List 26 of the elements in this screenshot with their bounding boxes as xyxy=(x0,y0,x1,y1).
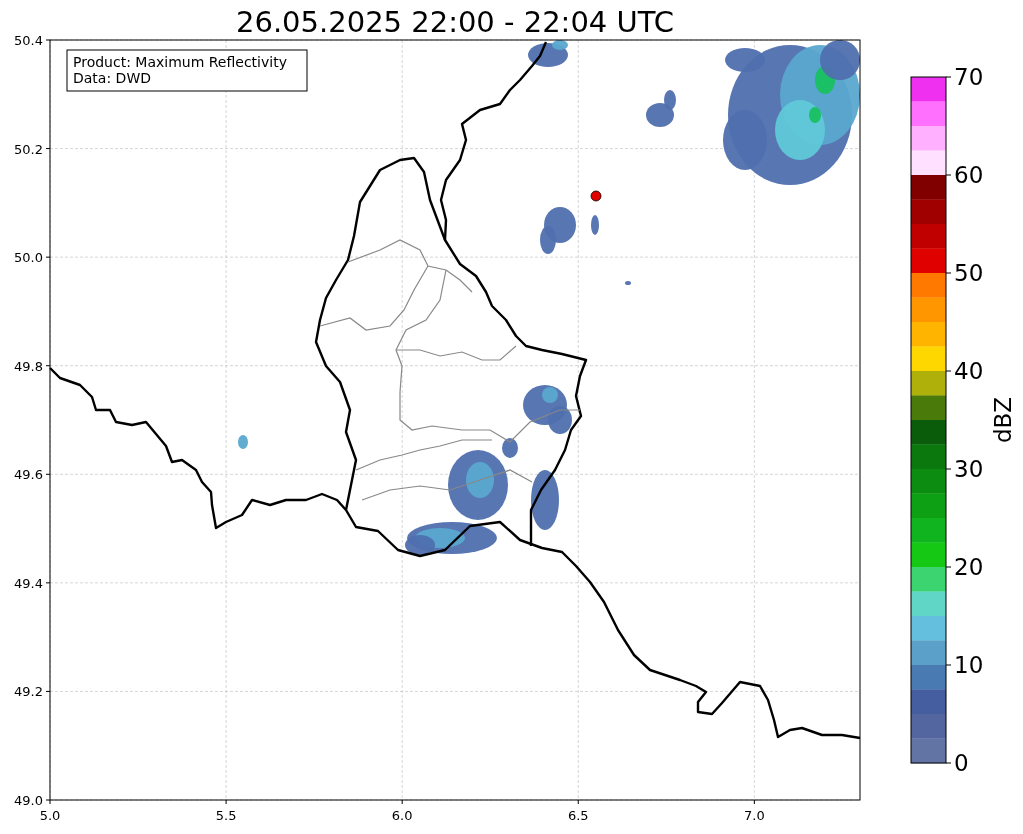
axis-tick-label: 50.2 xyxy=(14,141,43,157)
colorbar-tick-label: 30 xyxy=(954,456,984,482)
info-text: Data: DWD xyxy=(73,70,151,86)
chart-title: 26.05.2025 22:00 - 22:04 UTC xyxy=(236,5,674,39)
location-marker xyxy=(590,190,602,202)
colorbar-tick-label: 10 xyxy=(954,652,984,678)
info-text: Product: Maximum Reflectivity xyxy=(73,54,287,70)
colorbar-tick-label: 40 xyxy=(954,358,984,384)
axis-tick-label: 6.0 xyxy=(391,808,413,823)
axis-tick-label: 49.2 xyxy=(14,684,43,700)
colorbar-label: dBZ xyxy=(990,396,1016,444)
axis-tick-label: 50.4 xyxy=(14,33,43,48)
axis-tick-label: 5.0 xyxy=(39,808,61,823)
colorbar-tick-label: 50 xyxy=(954,260,984,286)
colorbar-tick-label: 0 xyxy=(954,750,969,776)
axis-tick-label: 49.6 xyxy=(14,467,43,483)
axis-tick-label: 49.4 xyxy=(14,575,43,591)
axis-tick-label: 6.5 xyxy=(567,808,589,823)
colorbar-tick-label: 60 xyxy=(954,162,984,188)
colorbar-tick-label: 70 xyxy=(954,64,984,90)
colorbar-tick-label: 20 xyxy=(954,554,984,580)
axis-tick-label: 50.0 xyxy=(14,250,43,266)
axis-tick-label: 7.0 xyxy=(744,808,765,823)
axis-tick-label: 49.0 xyxy=(14,793,43,808)
axis-tick-label: 49.8 xyxy=(14,358,43,374)
axis-tick-label: 5.5 xyxy=(215,808,237,823)
